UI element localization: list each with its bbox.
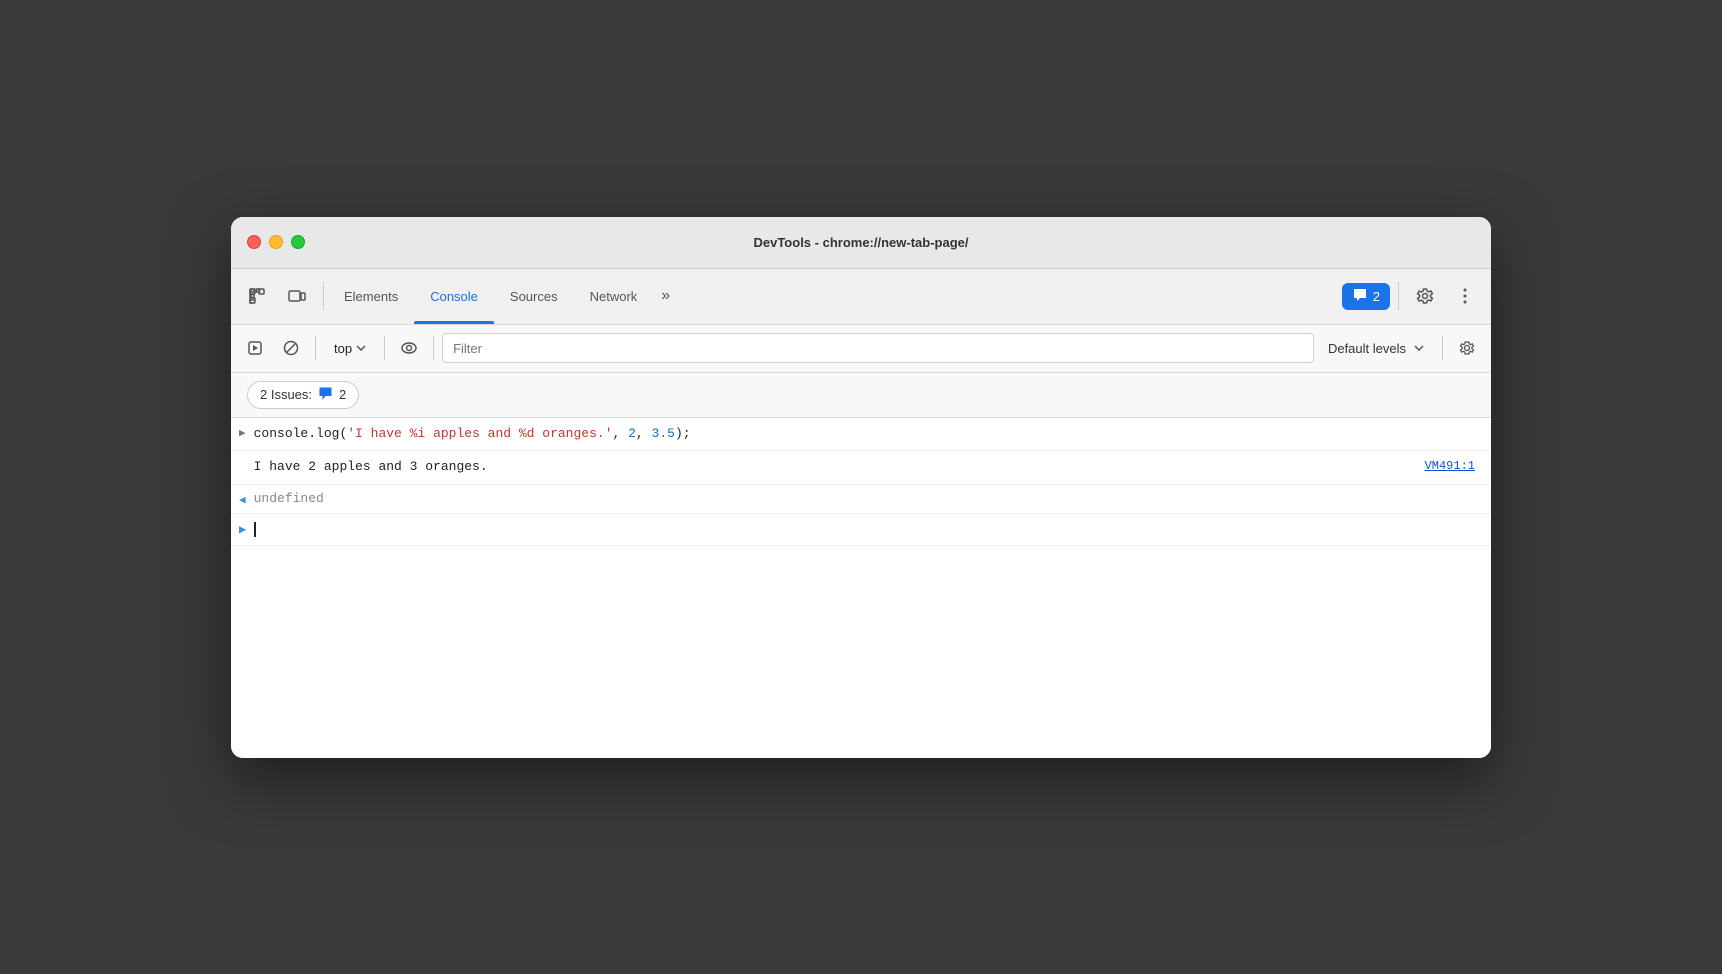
console-undefined-row: ◀ undefined xyxy=(231,485,1491,514)
log-comma-2: , xyxy=(636,426,652,441)
undefined-value: undefined xyxy=(254,491,324,506)
tab-sources[interactable]: Sources xyxy=(494,268,574,324)
expand-arrow[interactable]: ▶ xyxy=(239,424,246,440)
log-code-suffix: ); xyxy=(675,426,691,441)
issues-badge-count: 2 xyxy=(1373,289,1380,304)
toolbar-sep-2 xyxy=(384,336,385,360)
issues-pill-icon xyxy=(318,386,333,404)
tab-console[interactable]: Console xyxy=(414,268,494,324)
toolbar-sep-3 xyxy=(433,336,434,360)
console-log-content: console.log('I have %i apples and %d ora… xyxy=(254,424,1483,445)
tab-separator-1 xyxy=(323,282,324,310)
issues-bar: 2 Issues: 2 xyxy=(231,373,1491,418)
console-output-content: I have 2 apples and 3 oranges. xyxy=(254,457,1483,478)
minimize-button[interactable] xyxy=(269,235,283,249)
maximize-button[interactable] xyxy=(291,235,305,249)
toolbar-sep-1 xyxy=(315,336,316,360)
log-string-arg: 'I have %i apples and %d oranges.' xyxy=(347,426,612,441)
device-toggle-icon[interactable] xyxy=(279,278,315,314)
clear-errors-button[interactable] xyxy=(275,332,307,364)
default-levels-button[interactable]: Default levels xyxy=(1318,337,1434,360)
input-prompt-arrow: ▶ xyxy=(239,522,246,537)
output-text: I have 2 apples and 3 oranges. xyxy=(254,459,488,474)
tabbar-right: 2 xyxy=(1342,278,1483,314)
console-output-row: ▶ I have 2 apples and 3 oranges. VM491:1 xyxy=(231,451,1491,485)
window-title: DevTools - chrome://new-tab-page/ xyxy=(753,235,968,250)
vm-link[interactable]: VM491:1 xyxy=(1425,459,1475,473)
return-arrow: ◀ xyxy=(239,491,246,507)
issues-prefix: 2 Issues: xyxy=(260,387,312,402)
more-options-icon[interactable] xyxy=(1447,278,1483,314)
titlebar: DevTools - chrome://new-tab-page/ xyxy=(231,217,1491,269)
filter-input[interactable] xyxy=(442,333,1314,363)
tab-elements[interactable]: Elements xyxy=(328,268,414,324)
close-button[interactable] xyxy=(247,235,261,249)
console-log-row: ▶ console.log('I have %i apples and %d o… xyxy=(231,418,1491,452)
tabbar: Elements Console Sources Network » 2 xyxy=(231,269,1491,325)
log-num-arg-1: 2 xyxy=(628,426,636,441)
inspect-element-icon[interactable] xyxy=(239,278,275,314)
live-expressions-icon[interactable] xyxy=(393,332,425,364)
console-cursor xyxy=(254,522,256,537)
console-toolbar: top Default levels xyxy=(231,325,1491,373)
traffic-lights xyxy=(247,235,305,249)
issues-pill-button[interactable]: 2 Issues: 2 xyxy=(247,381,359,409)
log-code-prefix: console.log( xyxy=(254,426,348,441)
log-comma-1: , xyxy=(613,426,629,441)
more-tabs-button[interactable]: » xyxy=(653,278,678,314)
console-settings-icon[interactable] xyxy=(1451,332,1483,364)
issues-badge-button[interactable]: 2 xyxy=(1342,283,1390,310)
console-output: ▶ console.log('I have %i apples and %d o… xyxy=(231,418,1491,758)
console-input-row[interactable]: ▶ xyxy=(231,514,1491,546)
issues-pill-count: 2 xyxy=(339,387,346,402)
tab-network[interactable]: Network xyxy=(574,268,654,324)
devtools-window: DevTools - chrome://new-tab-page/ Elemen… xyxy=(231,217,1491,758)
run-script-button[interactable] xyxy=(239,332,271,364)
log-num-arg-2: 3.5 xyxy=(652,426,675,441)
issues-badge-icon xyxy=(1352,287,1368,306)
context-label: top xyxy=(334,341,352,356)
settings-icon[interactable] xyxy=(1407,278,1443,314)
output-indent: ▶ xyxy=(239,457,246,473)
context-selector[interactable]: top xyxy=(324,337,376,360)
toolbar-sep-4 xyxy=(1442,336,1443,360)
tab-separator-2 xyxy=(1398,282,1399,310)
